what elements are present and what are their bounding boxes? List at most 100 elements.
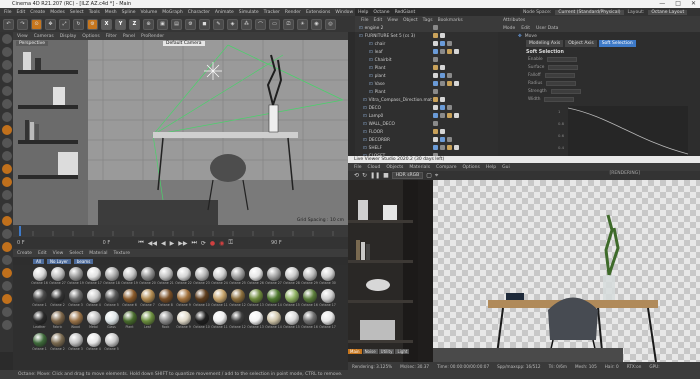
menu-extensions[interactable]: Extensions <box>306 10 330 15</box>
material-swatch[interactable]: Plant <box>121 311 138 332</box>
material-swatch[interactable]: Octane 2 <box>49 333 66 354</box>
object-row[interactable]: ⊡ SHELF <box>355 144 498 152</box>
field-input[interactable] <box>546 56 577 62</box>
material-tag-icon[interactable] <box>440 73 445 78</box>
menu-render[interactable]: Render <box>285 10 301 15</box>
menu-tracker[interactable]: Tracker <box>264 10 280 15</box>
viewport-3d[interactable]: Perspective Default Camera Grid Spacing … <box>13 40 348 225</box>
material-tag-icon[interactable] <box>440 145 445 150</box>
snap-icon[interactable] <box>1 164 12 174</box>
start-frame[interactable]: 0 F <box>17 240 25 246</box>
render-view[interactable]: Main Noise Utility Light <box>348 180 700 362</box>
material-swatch[interactable]: Octane 15 <box>283 311 300 332</box>
z-axis-button[interactable]: Z <box>129 18 140 30</box>
render-view-icon[interactable]: ▣ <box>157 18 168 30</box>
material-menu-edit[interactable]: Edit <box>38 251 47 256</box>
material-tag-icon[interactable] <box>447 49 452 54</box>
menu-window[interactable]: Window <box>335 10 353 15</box>
live-viewer-menu-gui[interactable]: Gui <box>502 165 510 170</box>
solo-icon[interactable] <box>1 151 12 161</box>
render-picture-viewer-icon[interactable]: ▤ <box>171 18 182 30</box>
brush-icon[interactable] <box>1 190 12 200</box>
minimize-button[interactable]: — <box>659 0 665 7</box>
material-filter-no-layer[interactable]: No Layer <box>46 258 71 264</box>
menu-mograph[interactable]: MoGraph <box>162 10 182 15</box>
material-tag-icon[interactable] <box>433 57 438 62</box>
play-icon[interactable]: ▶ <box>170 240 175 247</box>
material-swatch[interactable]: Octane 23 <box>193 267 210 288</box>
material-swatch[interactable]: Octane 17 <box>319 289 336 310</box>
render-pass-tab-light[interactable]: Light <box>395 349 410 354</box>
field-input[interactable] <box>544 96 575 102</box>
camera-icon[interactable]: ⎚ <box>283 18 294 30</box>
material-swatch[interactable]: Octane 24 <box>211 267 228 288</box>
coordinate-system-icon[interactable]: ⊕ <box>143 18 154 30</box>
material-tag-icon[interactable] <box>447 81 452 86</box>
bake-icon[interactable] <box>1 216 12 226</box>
goto-end-icon[interactable]: ⏭ <box>191 239 196 247</box>
material-tag-icon[interactable] <box>433 33 438 38</box>
material-tag-icon[interactable] <box>433 49 438 54</box>
menu-volume[interactable]: Volume <box>141 10 158 15</box>
tab-object-axis[interactable]: Object Axis <box>565 40 597 47</box>
display-mode-select[interactable]: HDR sRGB <box>391 172 424 179</box>
field-input[interactable] <box>546 80 577 86</box>
next-key-icon[interactable]: ▶▶ <box>178 240 187 247</box>
viewport-menu-cameras[interactable]: Cameras <box>34 34 54 39</box>
undo-icon[interactable]: ↶ <box>3 18 14 30</box>
object-row[interactable]: ⊡ chair <box>355 40 498 48</box>
material-tag-icon[interactable] <box>447 73 452 78</box>
material-swatch[interactable]: Octane 18 <box>103 267 120 288</box>
material-swatch[interactable]: Octane 5 <box>103 333 120 354</box>
octane-live-viewer-icon[interactable]: ◎ <box>325 18 336 30</box>
menu-character[interactable]: Character <box>188 10 210 15</box>
material-swatch[interactable]: Octane 12 <box>229 289 246 310</box>
render-pass-tab-utility[interactable]: Utility <box>378 349 395 354</box>
points-mode-icon[interactable] <box>1 86 12 96</box>
material-swatch[interactable]: Octane 27 <box>265 267 282 288</box>
material-swatch[interactable]: Octane 4 <box>85 289 102 310</box>
live-selection-icon[interactable]: ⊙ <box>31 18 42 30</box>
octane-material-icon[interactable] <box>1 242 12 252</box>
material-swatch[interactable]: Octane 16 <box>301 289 318 310</box>
material-swatch[interactable]: Octane 6 <box>121 289 138 310</box>
plugin-icon[interactable] <box>1 307 12 317</box>
enable-axis-icon[interactable] <box>1 125 12 135</box>
subdivision-icon[interactable]: ◈ <box>227 18 238 30</box>
goto-start-icon[interactable]: ⏮ <box>138 239 143 247</box>
material-tag-icon[interactable] <box>440 81 445 86</box>
material-swatch[interactable]: Octane 4 <box>85 333 102 354</box>
model-mode-icon[interactable] <box>1 47 12 57</box>
scale-tool-icon[interactable]: ⤢ <box>59 18 70 30</box>
material-tag-icon[interactable] <box>447 105 452 110</box>
pick-focus-icon[interactable]: ⌖ <box>435 172 438 180</box>
live-viewer-menu-file[interactable]: File <box>354 165 362 170</box>
menu-spline[interactable]: Spline <box>122 10 136 15</box>
menu-tools[interactable]: Tools <box>89 10 100 15</box>
tweak-mode-icon[interactable] <box>1 138 12 148</box>
material-tag-icon[interactable] <box>440 113 445 118</box>
render-region-icon[interactable] <box>1 320 12 330</box>
layers-icon[interactable] <box>1 281 12 291</box>
material-swatch[interactable]: Octane 9 <box>175 289 192 310</box>
render-settings-icon[interactable]: ⚙ <box>185 18 196 30</box>
material-tag-icon[interactable] <box>447 145 452 150</box>
falloff-graph[interactable] <box>568 106 688 156</box>
object-row[interactable]: ⊡ DECORBR <box>355 136 498 144</box>
weight-icon[interactable] <box>1 255 12 265</box>
object-row[interactable]: ⊡ Chairbit <box>355 56 498 64</box>
material-swatch[interactable]: Octane 27 <box>49 267 66 288</box>
material-tag-icon[interactable] <box>454 113 459 118</box>
material-tag-icon[interactable] <box>440 105 445 110</box>
material-tag-icon[interactable] <box>433 65 438 70</box>
viewport-camera[interactable]: Default Camera <box>163 41 205 46</box>
field-input[interactable] <box>548 64 579 70</box>
material-filter-all[interactable]: All <box>33 258 44 264</box>
menu-modes[interactable]: Modes <box>50 10 65 15</box>
object-row[interactable]: ⊡ engine 2 <box>355 24 498 32</box>
stop-render-icon[interactable]: ■ <box>383 172 389 179</box>
material-swatch[interactable]: Octane 8 <box>157 289 174 310</box>
menu-file[interactable]: File <box>4 10 12 15</box>
object-row[interactable]: ⊡ Vase <box>355 80 498 88</box>
material-swatch[interactable]: Octane 16 <box>31 267 48 288</box>
